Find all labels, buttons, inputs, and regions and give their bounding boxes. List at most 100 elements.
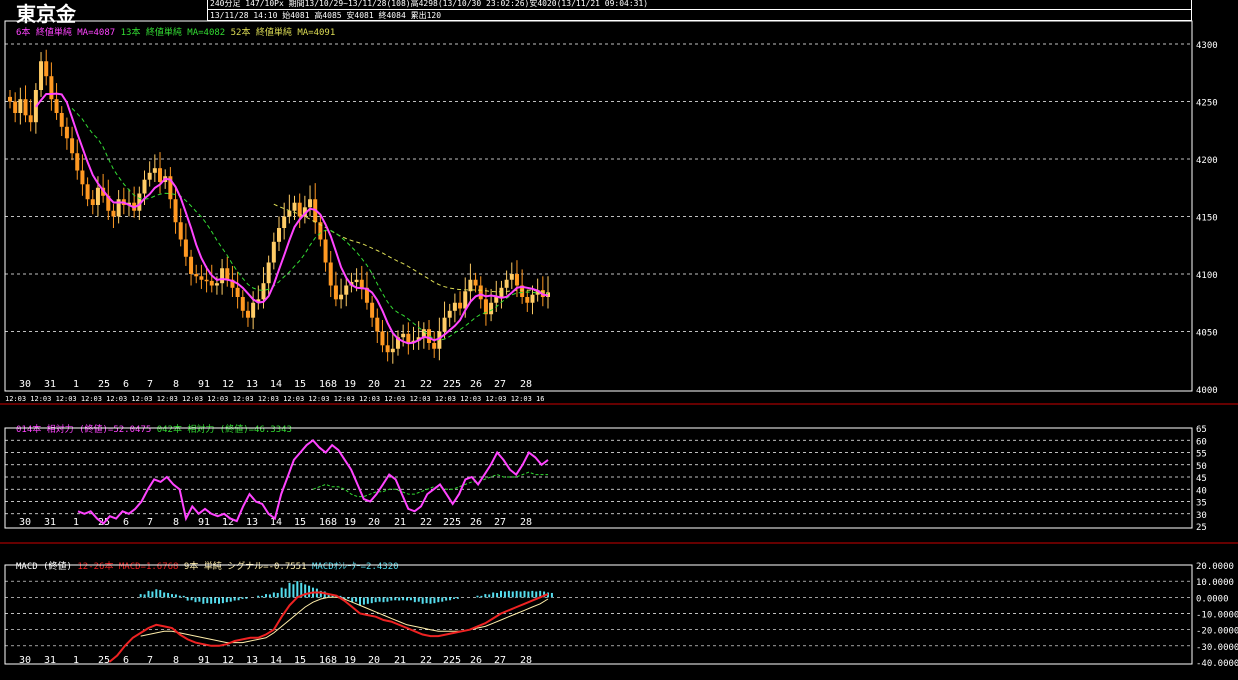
candle-body <box>251 302 256 318</box>
rsi-date-label: 27 <box>494 517 506 528</box>
price-date-label: 8 <box>173 379 179 390</box>
candle-body <box>178 222 183 240</box>
rsi-tick-label: 25 <box>1196 523 1207 533</box>
candle-body <box>323 239 328 263</box>
macd-date-label: 7 <box>147 655 153 666</box>
rsi-tick-label: 55 <box>1196 450 1207 460</box>
candle-body <box>54 99 59 113</box>
candle-body <box>406 333 411 343</box>
macd-date-label: 28 <box>520 655 532 666</box>
price-tick-label: 4050 <box>1196 329 1218 339</box>
candle-body <box>339 294 344 300</box>
candle-body <box>44 61 49 77</box>
price-date-label: 225 <box>443 379 461 390</box>
candle-body <box>370 302 375 318</box>
price-date-label: 22 <box>420 379 432 390</box>
macd-tick-label: -10.0000 <box>1196 611 1238 621</box>
rsi-date-label: 168 <box>319 517 337 528</box>
candle-body <box>282 216 287 228</box>
price-date-label: 12 <box>222 379 234 390</box>
candle-body <box>39 61 44 90</box>
candle-body <box>70 138 75 154</box>
macd-date-label: 22 <box>420 655 432 666</box>
candle-body <box>261 283 266 300</box>
candle-body <box>514 274 519 286</box>
candle-body <box>308 199 313 208</box>
macd-date-label: 6 <box>123 655 129 666</box>
macd-date-label: 26 <box>470 655 482 666</box>
candle-body <box>375 317 380 332</box>
candle-body <box>390 348 395 353</box>
signal-line <box>140 596 549 644</box>
price-date-label: 15 <box>294 379 306 390</box>
candle-body <box>499 287 504 297</box>
rsi-date-label: 14 <box>270 517 282 528</box>
time-axis-text: 12:03 12:03 12:03 12:03 12:03 12:03 12:0… <box>5 395 544 403</box>
rsi-tick-label: 40 <box>1196 486 1207 496</box>
candle-body <box>380 331 385 346</box>
candle-body <box>152 168 157 173</box>
macd-date-label: 19 <box>344 655 356 666</box>
macd-date-label: 12 <box>222 655 234 666</box>
candle-body <box>442 317 447 332</box>
candle-body <box>266 262 271 284</box>
price-date-label: 168 <box>319 379 337 390</box>
candle-body <box>478 285 483 300</box>
candle-body <box>204 279 209 282</box>
candle-body <box>28 115 33 123</box>
macd-date-label: 15 <box>294 655 306 666</box>
macd-date-label: 27 <box>494 655 506 666</box>
candle-body <box>225 268 230 280</box>
price-date-label: 14 <box>270 379 282 390</box>
candle-body <box>463 291 468 309</box>
candle-body <box>401 333 406 338</box>
candle-body <box>90 199 95 205</box>
macd-date-label: 13 <box>246 655 258 666</box>
macd-date-label: 20 <box>368 655 380 666</box>
candle-body <box>271 241 276 263</box>
price-date-label: 91 <box>198 379 210 390</box>
candle-body <box>64 126 69 139</box>
candle-body <box>158 168 163 182</box>
candle-body <box>111 210 116 217</box>
macd-date-label: 31 <box>44 655 56 666</box>
price-date-label: 27 <box>494 379 506 390</box>
rsi-date-label: 6 <box>123 517 129 528</box>
candle-body <box>183 239 188 257</box>
rsi-tick-label: 45 <box>1196 474 1207 484</box>
candle-body <box>80 170 85 185</box>
price-tick-label: 4100 <box>1196 271 1218 281</box>
rsi-date-label: 13 <box>246 517 258 528</box>
price-date-label: 25 <box>98 379 110 390</box>
candle-body <box>277 228 281 242</box>
candle-body <box>245 310 250 318</box>
candle-body <box>8 96 12 102</box>
macd-date-label: 21 <box>394 655 406 666</box>
candle-body <box>333 285 338 300</box>
price-date-label: 26 <box>470 379 482 390</box>
macd-date-label: 14 <box>270 655 282 666</box>
rsi-date-label: 28 <box>520 517 532 528</box>
rsi-date-label: 19 <box>344 517 356 528</box>
candle-body <box>189 256 194 274</box>
candle-body <box>287 210 292 217</box>
candle-body <box>18 99 23 113</box>
candle-body <box>235 287 240 297</box>
rsi-date-label: 15 <box>294 517 306 528</box>
candle-body <box>530 294 535 303</box>
price-date-label: 13 <box>246 379 258 390</box>
candle-body <box>194 274 199 277</box>
macd-tick-label: 20.0000 <box>1196 562 1234 572</box>
price-date-label: 6 <box>123 379 129 390</box>
candle-body <box>214 283 219 286</box>
price-date-label: 20 <box>368 379 380 390</box>
candle-body <box>75 153 80 171</box>
price-tick-label: 4150 <box>1196 214 1218 224</box>
candle-body <box>509 274 514 280</box>
macd-date-label: 25 <box>98 655 110 666</box>
rsi-date-label: 225 <box>443 517 461 528</box>
ma6-line <box>35 92 549 345</box>
price-date-label: 21 <box>394 379 406 390</box>
candle-body <box>95 187 100 205</box>
rsi-date-label: 26 <box>470 517 482 528</box>
